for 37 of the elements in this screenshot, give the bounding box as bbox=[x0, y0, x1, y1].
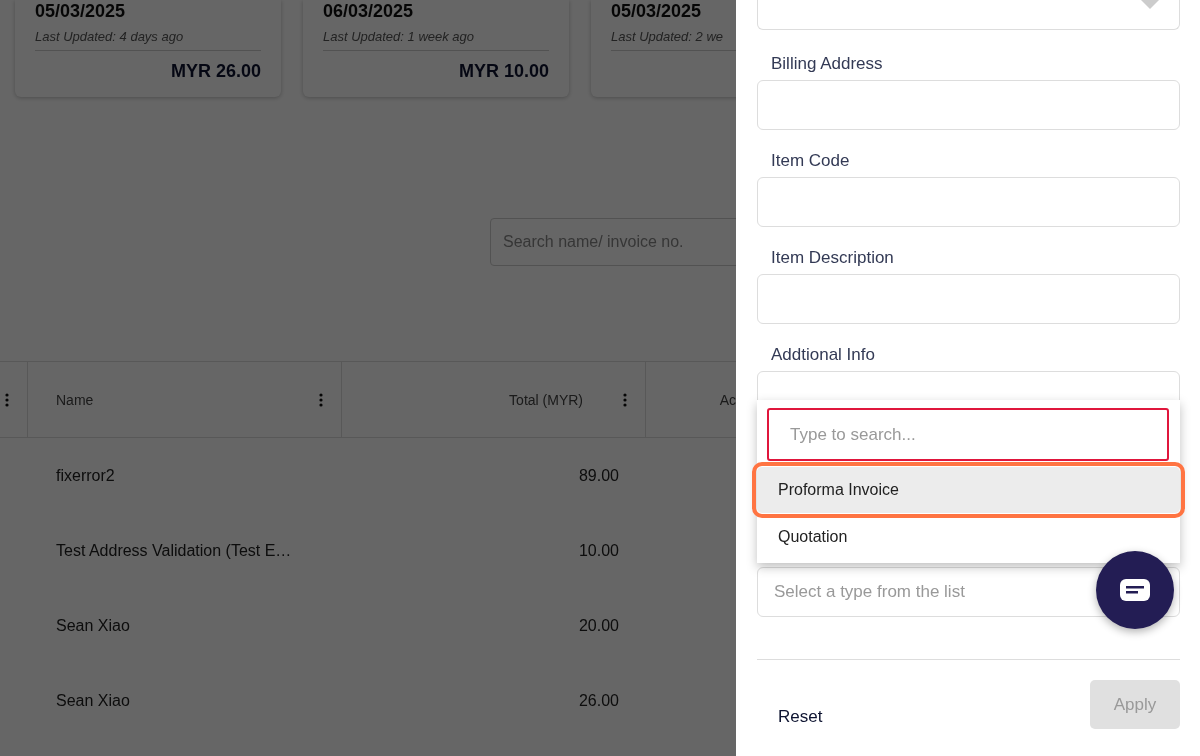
card-amount: MYR 10.00 bbox=[457, 61, 549, 82]
invoice-card[interactable]: 06/03/2025 Last Updated: 1 week ago MYR 10.00 bbox=[303, 0, 569, 97]
more-icon[interactable] bbox=[319, 392, 323, 407]
reset-button[interactable]: Reset bbox=[757, 706, 823, 727]
more-icon[interactable] bbox=[623, 392, 627, 407]
table-cell-text: 20.00 bbox=[577, 615, 620, 636]
chat-icon bbox=[1119, 578, 1151, 602]
invoice-card[interactable]: 05/03/2025 Last Updated: 4 days ago MYR 26.00 bbox=[15, 0, 281, 97]
table-cell-text: Sean Xiao bbox=[55, 690, 131, 711]
table-cell-text: fixerror2 bbox=[55, 465, 116, 486]
table-cell-text: Sean Xiao bbox=[55, 615, 131, 636]
input-field[interactable] bbox=[757, 80, 1180, 130]
column-header[interactable]: Name bbox=[56, 391, 94, 408]
table-cell-text: 10.00 bbox=[577, 540, 620, 561]
invoice-card[interactable]: 05/03/2025 Last Updated: 2 we bbox=[591, 0, 736, 97]
card-amount: MYR 26.00 bbox=[169, 61, 261, 82]
field-label: Addtional Info bbox=[770, 345, 876, 365]
field-label: Item Code bbox=[770, 151, 851, 171]
input-field[interactable] bbox=[757, 274, 1180, 324]
dropdown-option[interactable]: Quotation bbox=[757, 513, 1180, 561]
search-field[interactable]: Type to search... bbox=[767, 408, 1169, 461]
column-header[interactable]: Ac bbox=[719, 391, 736, 408]
input-field[interactable] bbox=[757, 177, 1180, 227]
table-cell-text: Test Address Validation (Test E… bbox=[55, 540, 293, 561]
last-updated-text: Last Updated: 1 week ago bbox=[323, 29, 549, 51]
field-label: Item Description bbox=[770, 248, 895, 268]
card-date: 05/03/2025 bbox=[35, 0, 127, 22]
field-label: Billing Address bbox=[770, 54, 884, 74]
caret-icon bbox=[1141, 0, 1159, 9]
last-updated-text: Last Updated: 4 days ago bbox=[35, 29, 261, 51]
select-field[interactable] bbox=[757, 0, 1180, 30]
more-icon[interactable] bbox=[5, 392, 9, 407]
table-cell-text: 26.00 bbox=[577, 690, 620, 711]
table-cell-text: 89.00 bbox=[577, 465, 620, 486]
column-header[interactable]: Total (MYR) bbox=[509, 391, 583, 408]
card-date: 05/03/2025 bbox=[611, 0, 703, 22]
card-date: 06/03/2025 bbox=[323, 0, 415, 22]
